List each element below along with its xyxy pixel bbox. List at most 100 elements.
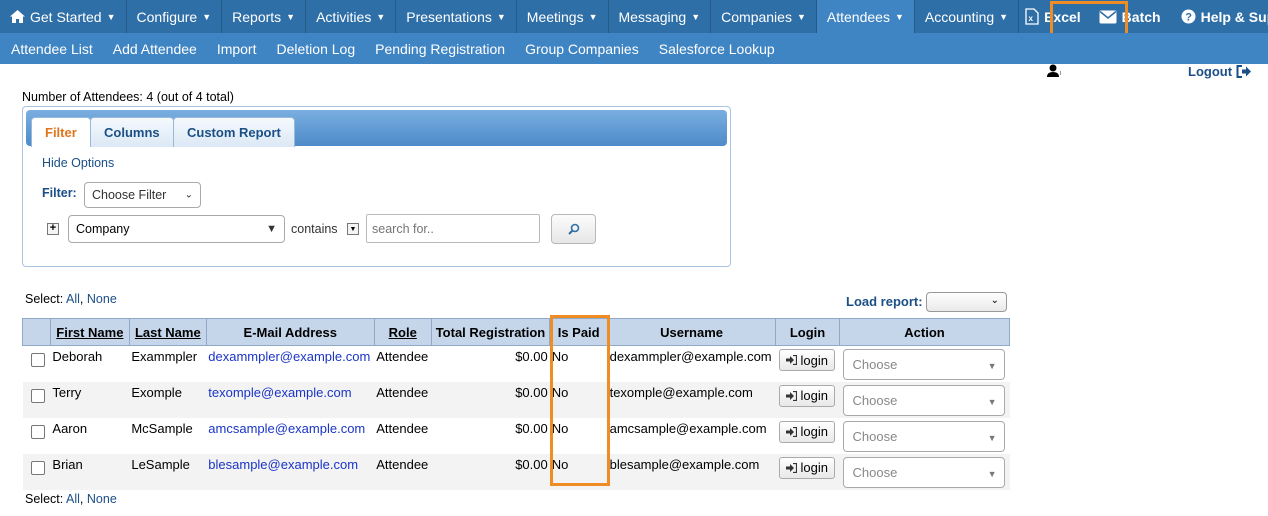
caret-down-icon: ▼ xyxy=(376,11,386,22)
login-button[interactable]: login xyxy=(778,420,836,443)
logout-link[interactable]: Logout xyxy=(1188,64,1252,79)
search-button[interactable] xyxy=(551,214,596,244)
subnav-deletion-log[interactable]: Deletion Log xyxy=(267,41,366,57)
search-input[interactable] xyxy=(366,214,540,243)
select-all-link[interactable]: All xyxy=(66,292,80,306)
nav-configure[interactable]: Configure ▼ xyxy=(127,0,223,33)
header-last-name[interactable]: Last Name xyxy=(128,318,207,346)
select-none-link[interactable]: None xyxy=(87,492,117,506)
batch-label: Batch xyxy=(1121,8,1161,25)
row-checkbox[interactable] xyxy=(30,424,45,439)
choose-filter-select[interactable]: Choose Filter ⌄ xyxy=(84,182,201,208)
caret-down-icon: ▼ xyxy=(588,11,598,22)
header-action: Action xyxy=(838,318,1011,346)
action-select[interactable]: Choose ▼ xyxy=(843,420,1006,452)
help-support-menu[interactable]: ? Help & Support▼ xyxy=(1173,0,1268,33)
row-checkbox[interactable] xyxy=(30,460,45,475)
last-name: Exomple xyxy=(129,381,207,418)
first-name: Brian xyxy=(50,453,130,490)
select-label: Select: xyxy=(25,292,64,306)
attendee-count: Number of Attendees: 4 (out of 4 total) xyxy=(22,90,234,104)
login-button[interactable]: login xyxy=(778,384,836,407)
filter-label: Filter: xyxy=(42,186,77,200)
header-role[interactable]: Role xyxy=(373,318,432,346)
row-checkbox[interactable] xyxy=(30,353,45,367)
username: texomple@example.com xyxy=(607,381,776,418)
action-select[interactable]: Choose ▼ xyxy=(843,349,1006,380)
caret-down-icon: ▼ xyxy=(987,361,997,371)
action-select[interactable]: Choose ▼ xyxy=(843,456,1006,488)
sub-nav: Attendee List Add Attendee Import Deleti… xyxy=(0,33,1268,64)
action-select[interactable]: Choose ▼ xyxy=(843,384,1006,416)
tab-columns[interactable]: Columns xyxy=(90,117,174,147)
email-link[interactable]: amcsample@example.com xyxy=(208,421,365,436)
envelope-icon xyxy=(1099,10,1117,23)
caret-down-icon: ▼ xyxy=(987,396,997,407)
add-condition-button[interactable]: + xyxy=(47,223,59,235)
tab-filter[interactable]: Filter xyxy=(31,117,91,147)
user-icon[interactable] xyxy=(1046,64,1062,78)
header-first-name[interactable]: First Name xyxy=(49,318,130,346)
select-label: Select: xyxy=(25,492,64,506)
login-button[interactable]: login xyxy=(778,349,836,371)
email-link[interactable]: dexammpler@example.com xyxy=(208,349,370,364)
nav-messaging[interactable]: Messaging ▼ xyxy=(609,0,712,33)
subnav-pending-registration[interactable]: Pending Registration xyxy=(365,41,515,57)
nav-reports[interactable]: Reports ▼ xyxy=(222,0,307,33)
nav-activities[interactable]: Activities ▼ xyxy=(306,0,397,33)
sign-in-icon xyxy=(785,426,797,437)
login-label: login xyxy=(800,424,829,439)
login-label: login xyxy=(800,460,829,475)
subnav-group-companies[interactable]: Group Companies xyxy=(515,41,649,57)
nav-meetings[interactable]: Meetings ▼ xyxy=(517,0,609,33)
caret-down-icon: ▼ xyxy=(286,11,296,22)
select-all-link[interactable]: All xyxy=(66,492,80,506)
row-checkbox[interactable] xyxy=(30,388,45,403)
header-select xyxy=(22,318,51,346)
role: Attendee xyxy=(374,345,432,382)
subnav-attendee-list[interactable]: Attendee List xyxy=(0,41,103,57)
nav-label: Configure xyxy=(136,8,198,25)
hide-options-link[interactable]: Hide Options xyxy=(42,156,114,170)
select-all-top: Select: All, None xyxy=(25,292,117,306)
nav-label: Get Started xyxy=(30,8,102,25)
question-circle-icon: ? xyxy=(1181,9,1196,24)
email-link[interactable]: blesample@example.com xyxy=(208,457,358,472)
caret-down-icon: ▼ xyxy=(987,432,997,443)
select-none-link[interactable]: None xyxy=(87,292,117,306)
nav-companies[interactable]: Companies ▼ xyxy=(711,0,817,33)
nav-get-started[interactable]: Get Started ▼ xyxy=(0,0,127,33)
caret-down-icon: ▼ xyxy=(106,11,116,22)
nav-label: Companies xyxy=(721,8,792,25)
total-registration: $0.00 xyxy=(431,345,550,382)
email-link[interactable]: texomple@example.com xyxy=(208,385,351,400)
nav-accounting[interactable]: Accounting ▼ xyxy=(915,0,1020,33)
caret-down-icon: ▼ xyxy=(894,11,904,22)
subnav-add-attendee[interactable]: Add Attendee xyxy=(103,41,207,57)
table-header-row: First Name Last Name E-Mail Address Role… xyxy=(22,318,1011,346)
action-value: Choose xyxy=(852,464,898,480)
action-value: Choose xyxy=(852,428,898,444)
operator-dropdown[interactable]: ▼ xyxy=(347,223,359,235)
caret-down-icon: ▼ xyxy=(691,11,701,22)
subnav-import[interactable]: Import xyxy=(207,41,267,57)
total-registration: $0.00 xyxy=(431,381,550,418)
login-button[interactable]: login xyxy=(778,456,836,479)
last-name: LeSample xyxy=(129,453,207,490)
subnav-salesforce-lookup[interactable]: Salesforce Lookup xyxy=(649,41,785,57)
nav-presentations[interactable]: Presentations ▼ xyxy=(396,0,517,33)
load-report-label: Load report: xyxy=(846,294,923,309)
nav-label: Activities xyxy=(316,8,372,25)
nav-label: Reports xyxy=(232,8,282,25)
header-username: Username xyxy=(607,318,777,346)
tab-custom-report[interactable]: Custom Report xyxy=(173,117,295,147)
field-select[interactable]: Company ▼ xyxy=(68,215,285,243)
batch-button[interactable]: Batch xyxy=(1087,0,1173,33)
table-row: Brian LeSample blesample@example.com Att… xyxy=(22,453,1010,490)
role: Attendee xyxy=(374,417,432,454)
header-is-paid: Is Paid xyxy=(549,318,609,346)
excel-button[interactable]: x Excel xyxy=(1019,0,1087,33)
load-report-select[interactable]: ⌄ xyxy=(926,292,1007,312)
top-nav: Get Started ▼ Configure ▼ Reports ▼ Activit… xyxy=(0,0,1268,33)
nav-attendees[interactable]: Attendees ▼ xyxy=(816,0,915,33)
